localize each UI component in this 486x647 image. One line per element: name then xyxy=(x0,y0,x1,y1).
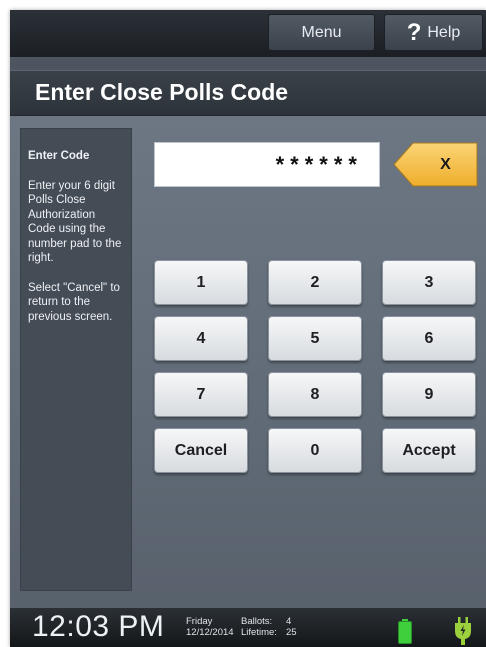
instructions-panel: Enter Code Enter your 6 digit Polls Clos… xyxy=(20,128,132,591)
key-0[interactable]: 0 xyxy=(268,428,362,473)
key-7[interactable]: 7 xyxy=(154,372,248,417)
accept-button[interactable]: Accept xyxy=(382,428,476,473)
question-icon: ? xyxy=(406,18,422,46)
key-1[interactable]: 1 xyxy=(154,260,248,305)
masked-code: ****** xyxy=(275,151,363,177)
menu-label: Menu xyxy=(301,23,342,41)
instructions-cancel-text: Select "Cancel" to return to the previou… xyxy=(28,281,120,323)
menu-button[interactable]: Menu xyxy=(268,14,375,51)
key-5[interactable]: 5 xyxy=(268,316,362,361)
title-bar: Enter Close Polls Code xyxy=(10,70,486,116)
lifetime-label: Lifetime: xyxy=(241,627,277,638)
instructions-heading: Enter Code xyxy=(28,150,90,162)
key-8[interactable]: 8 xyxy=(268,372,362,417)
key-3[interactable]: 3 xyxy=(382,260,476,305)
date-label: 12/12/2014 xyxy=(186,627,234,638)
ballot-count-values: 4 25 xyxy=(286,616,297,638)
clear-label: X xyxy=(440,155,451,173)
help-button[interactable]: ? Help xyxy=(384,14,483,51)
battery-icon xyxy=(398,619,412,644)
page-title: Enter Close Polls Code xyxy=(35,79,289,105)
code-display-field[interactable]: ****** xyxy=(154,142,380,187)
ballots-label: Ballots: xyxy=(241,616,273,627)
cancel-button[interactable]: Cancel xyxy=(154,428,248,473)
key-4[interactable]: 4 xyxy=(154,316,248,361)
ballots-value: 4 xyxy=(286,616,292,627)
clock: 12:03 PM xyxy=(32,610,165,643)
top-bar: Menu ? Help xyxy=(10,10,486,57)
key-6[interactable]: 6 xyxy=(382,316,476,361)
date-block: Friday 12/12/2014 xyxy=(186,616,234,638)
status-bar: 12:03 PM Friday 12/12/2014 Ballots: Life… xyxy=(10,608,486,647)
lifetime-value: 25 xyxy=(286,627,297,638)
instructions-text: Enter your 6 digit Polls Close Authoriza… xyxy=(28,179,122,265)
ballot-count-labels: Ballots: Lifetime: xyxy=(241,616,277,638)
key-9[interactable]: 9 xyxy=(382,372,476,417)
power-plug-icon xyxy=(455,617,471,645)
clear-button[interactable]: X xyxy=(393,142,478,187)
help-label: Help xyxy=(427,23,461,41)
day-label: Friday xyxy=(186,616,213,627)
device-screen: Menu ? Help Enter Close Polls Code Enter… xyxy=(10,10,486,647)
key-2[interactable]: 2 xyxy=(268,260,362,305)
